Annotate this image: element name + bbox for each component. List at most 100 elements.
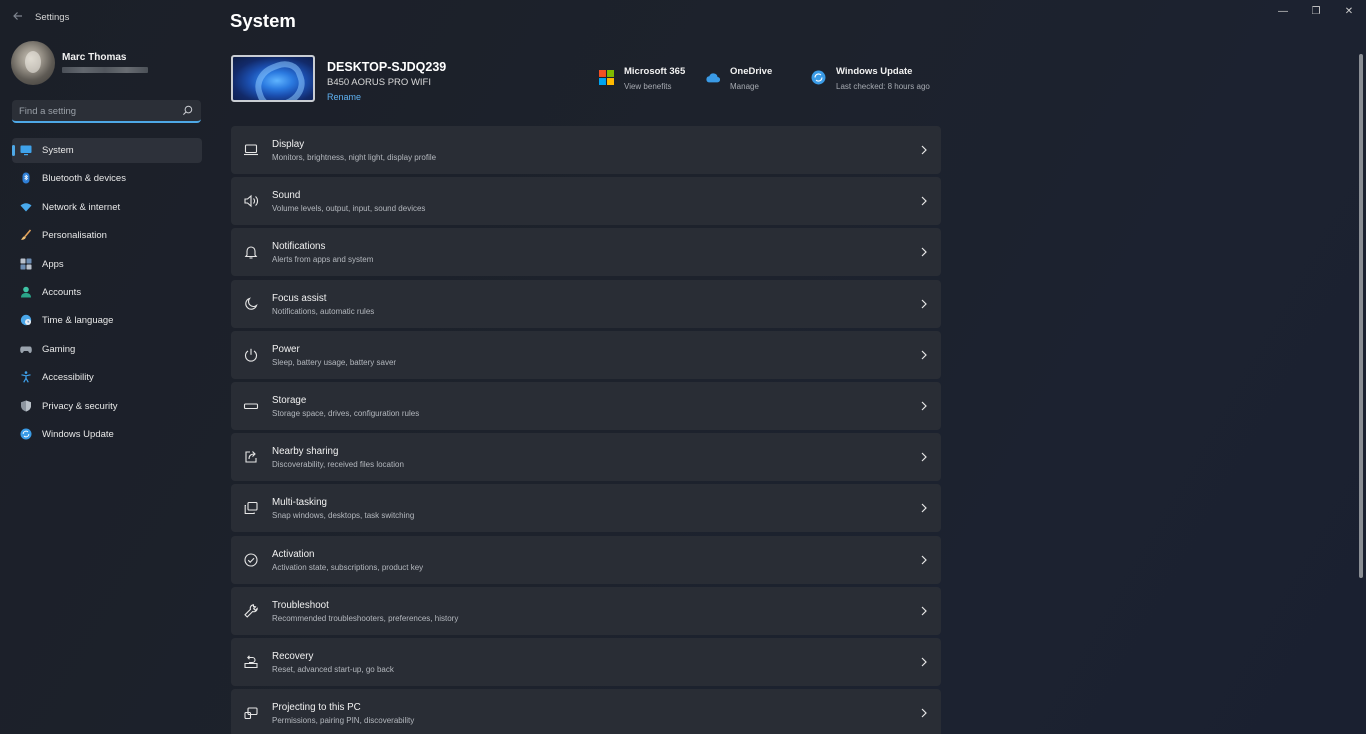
update-icon [20, 428, 32, 440]
sidebar-nav: System Bluetooth & devices Network & int… [12, 138, 202, 450]
sidebar-item-personalisation[interactable]: Personalisation [12, 223, 202, 248]
chevron-right-icon [921, 606, 927, 616]
settings-row-subtitle: Permissions, pairing PIN, discoverabilit… [272, 716, 415, 726]
settings-row-storage[interactable]: Storage Storage space, drives, configura… [231, 381, 941, 430]
settings-row-subtitle: Recommended troubleshooters, preferences… [272, 613, 459, 623]
wifi-icon [20, 203, 32, 212]
sidebar: Marc Thomas System Bluetooth & devices [0, 34, 215, 734]
settings-row-sound[interactable]: Sound Volume levels, output, input, soun… [231, 177, 941, 226]
rename-link[interactable]: Rename [327, 92, 361, 102]
sidebar-item-time-language[interactable]: Time & language [12, 308, 202, 333]
settings-row-title: Troubleshoot [272, 599, 329, 611]
quick-link-onedrive[interactable]: OneDrive Manage [705, 66, 785, 96]
power-icon [244, 348, 258, 362]
chevron-right-icon [921, 145, 927, 155]
settings-row-title: Storage [272, 394, 307, 406]
sidebar-item-windows-update[interactable]: Windows Update [12, 422, 202, 447]
recovery-icon [244, 655, 258, 668]
settings-row-subtitle: Snap windows, desktops, task switching [272, 511, 415, 521]
settings-row-title: Notifications [272, 241, 326, 253]
settings-list: Display Monitors, brightness, night ligh… [231, 126, 941, 734]
laptop-icon [244, 144, 258, 156]
chevron-right-icon [921, 196, 927, 206]
accessibility-icon [21, 371, 31, 383]
search-input[interactable] [19, 104, 179, 118]
settings-row-focus-assist[interactable]: Focus assist Notifications, automatic ru… [231, 279, 941, 328]
settings-row-multi-tasking[interactable]: Multi-tasking Snap windows, desktops, ta… [231, 484, 941, 533]
settings-row-activation[interactable]: Activation Activation state, subscriptio… [231, 535, 941, 584]
person-icon [21, 286, 31, 298]
scrollbar[interactable] [1359, 54, 1363, 578]
settings-row-subtitle: Alerts from apps and system [272, 255, 374, 265]
share-icon [245, 451, 257, 463]
quick-link-subtitle: View benefits [624, 82, 672, 91]
back-arrow-icon[interactable] [10, 10, 26, 26]
avatar[interactable] [11, 41, 55, 85]
quick-link-title: OneDrive [730, 66, 773, 77]
settings-row-notifications[interactable]: Notifications Alerts from apps and syste… [231, 228, 941, 277]
sidebar-item-label: Personalisation [42, 230, 107, 242]
sidebar-item-bluetooth[interactable]: Bluetooth & devices [12, 166, 202, 191]
settings-row-title: Projecting to this PC [272, 702, 361, 714]
app-title: Settings [35, 12, 70, 23]
settings-row-display[interactable]: Display Monitors, brightness, night ligh… [231, 126, 941, 174]
projector-icon [244, 707, 258, 720]
sidebar-item-label: Gaming [42, 343, 76, 355]
quick-link-title: Windows Update [836, 66, 913, 77]
settings-row-subtitle: Monitors, brightness, night light, displ… [272, 153, 437, 162]
settings-row-subtitle: Reset, advanced start-up, go back [272, 664, 394, 674]
restore-button[interactable]: ❐ [1301, 4, 1331, 20]
settings-row-projecting[interactable]: Projecting to this PC Permissions, pairi… [231, 689, 941, 734]
speaker-icon [244, 194, 258, 208]
multitask-icon [244, 502, 258, 515]
chevron-right-icon [921, 555, 927, 564]
sidebar-item-apps[interactable]: Apps [12, 252, 202, 277]
globe-clock-icon [20, 315, 32, 326]
sidebar-item-label: Accounts [42, 286, 82, 298]
chevron-right-icon [921, 657, 927, 667]
settings-row-subtitle: Discoverability, received files location [272, 460, 404, 470]
chevron-right-icon [921, 503, 927, 513]
sidebar-item-network[interactable]: Network & internet [12, 195, 202, 220]
bluetooth-icon [22, 172, 30, 184]
check-circle-icon [244, 552, 258, 567]
chevron-right-icon [921, 247, 927, 257]
settings-row-subtitle: Sleep, battery usage, battery saver [272, 357, 397, 367]
sidebar-item-accounts[interactable]: Accounts [12, 280, 202, 305]
quick-link-windows-update[interactable]: Windows Update Last checked: 8 hours ago [811, 66, 941, 96]
main-content: System DESKTOP-SJDQ239 B450 AORUS PRO WI… [230, 0, 942, 734]
sidebar-item-label: Network & internet [42, 201, 121, 213]
settings-row-title: Multi-tasking [272, 497, 327, 509]
settings-row-power[interactable]: Power Sleep, battery usage, battery save… [231, 330, 941, 379]
settings-row-nearby-sharing[interactable]: Nearby sharing Discoverability, received… [231, 433, 941, 482]
sidebar-item-gaming[interactable]: Gaming [12, 337, 202, 362]
quick-link-microsoft-365[interactable]: Microsoft 365 View benefits [599, 66, 699, 96]
settings-row-title: Nearby sharing [272, 446, 339, 458]
search-icon[interactable] [182, 105, 193, 116]
sidebar-item-label: Bluetooth & devices [42, 173, 126, 185]
sidebar-item-label: System [42, 145, 74, 156]
page-title: System [230, 10, 296, 31]
moon-icon [245, 296, 258, 310]
search-box[interactable] [12, 100, 201, 123]
user-email-redacted [62, 67, 148, 73]
settings-row-title: Power [272, 343, 300, 355]
chevron-right-icon [921, 299, 927, 308]
settings-row-subtitle: Notifications, automatic rules [272, 306, 375, 316]
chevron-right-icon [921, 452, 927, 462]
sidebar-item-system[interactable]: System [12, 138, 202, 163]
close-button[interactable]: ✕ [1334, 4, 1364, 20]
settings-row-troubleshoot[interactable]: Troubleshoot Recommended troubleshooters… [231, 586, 941, 635]
wrench-icon [244, 603, 258, 618]
sidebar-item-accessibility[interactable]: Accessibility [12, 365, 202, 390]
gamepad-icon [20, 346, 32, 353]
sidebar-item-privacy-security[interactable]: Privacy & security [12, 394, 202, 419]
device-model: B450 AORUS PRO WIFI [327, 77, 431, 88]
brush-icon [21, 229, 32, 240]
settings-row-recovery[interactable]: Recovery Reset, advanced start-up, go ba… [231, 637, 941, 686]
settings-row-subtitle: Activation state, subscriptions, product… [272, 562, 424, 572]
quick-link-title: Microsoft 365 [624, 66, 686, 77]
minimize-button[interactable]: — [1268, 4, 1298, 20]
bell-icon [244, 246, 258, 259]
storage-icon [243, 403, 259, 409]
